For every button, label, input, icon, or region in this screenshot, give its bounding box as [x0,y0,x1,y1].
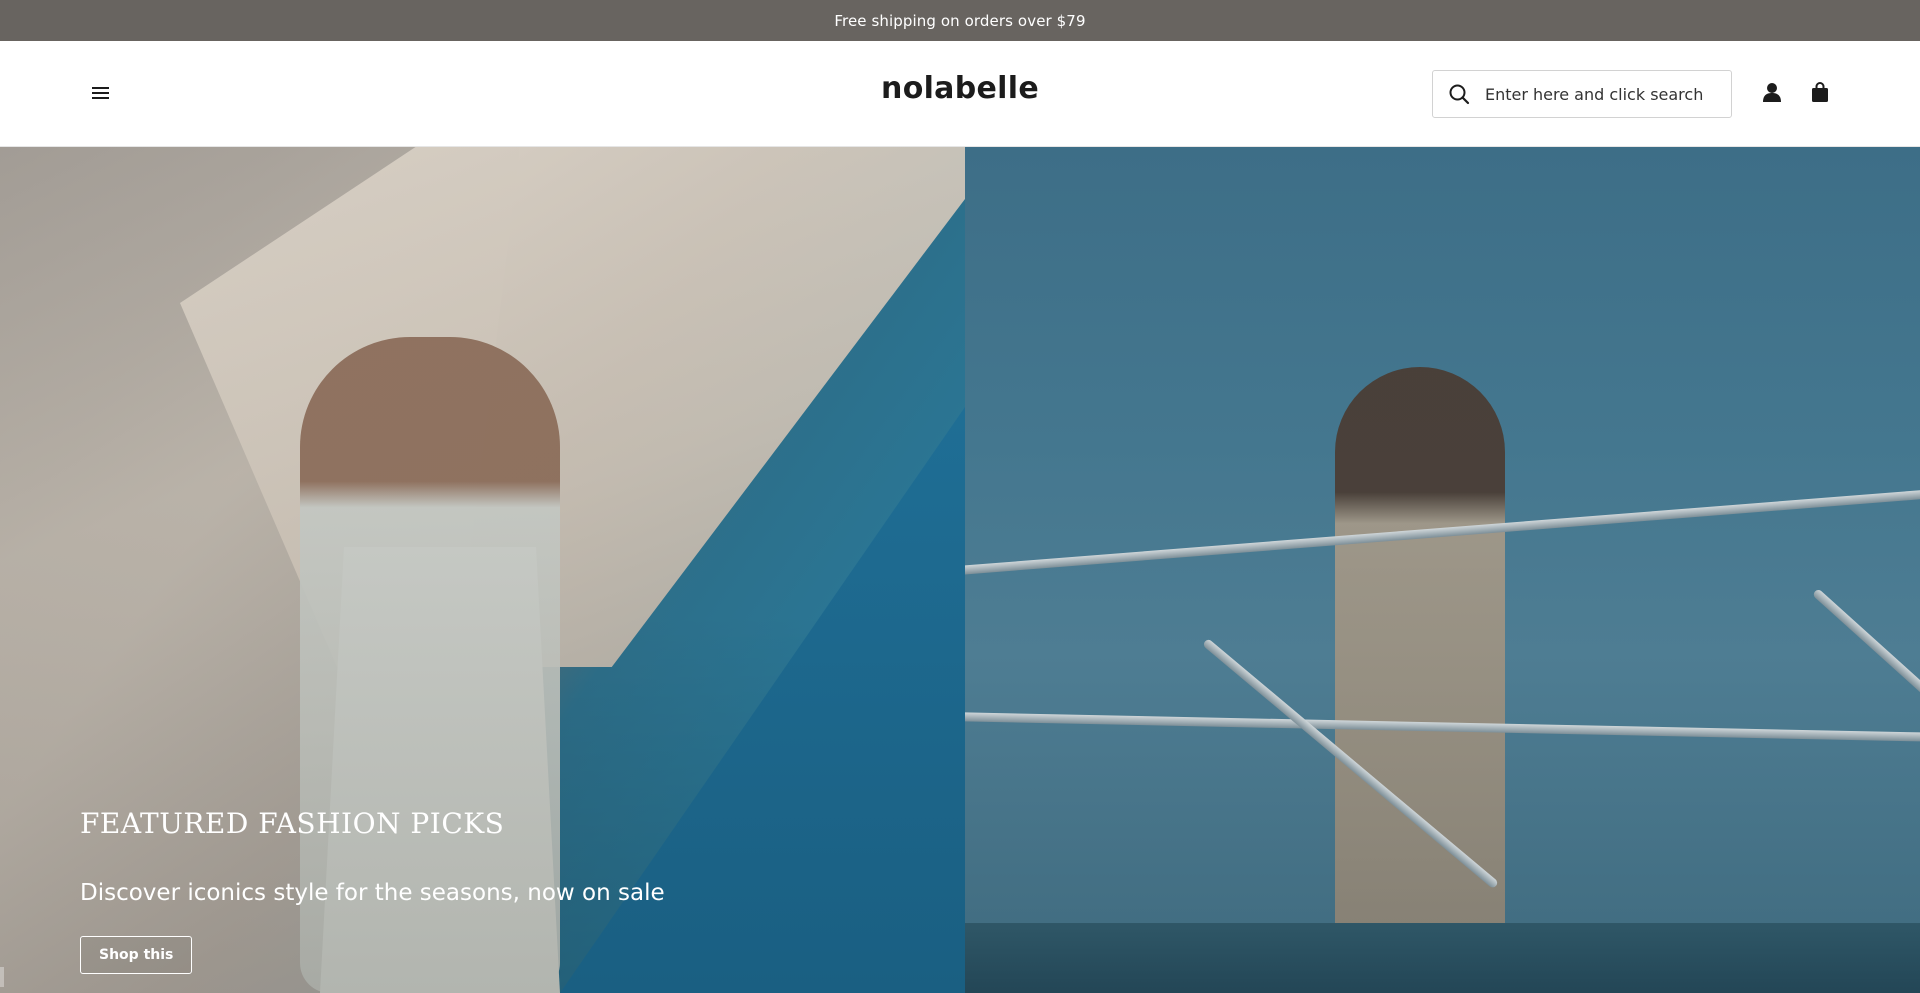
search-input[interactable] [1483,83,1723,105]
scroll-handle[interactable] [0,967,4,987]
hero-section: FEATURED FASHION PICKS Discover iconics … [0,147,1920,993]
hero-subtitle: Discover iconics style for the seasons, … [80,880,665,906]
user-icon [1762,82,1782,106]
search-icon[interactable] [1447,82,1471,106]
announcement-bar: Free shipping on orders over $79 [0,0,1920,41]
menu-button[interactable] [88,79,112,109]
shopping-bag-icon [1811,82,1829,106]
hamburger-menu-icon [91,85,109,104]
search-box[interactable] [1432,70,1732,118]
announcement-text: Free shipping on orders over $79 [834,11,1086,30]
hero-title: FEATURED FASHION PICKS [80,807,505,840]
account-button[interactable] [1759,81,1785,107]
model-figure-right [1335,367,1505,993]
hero-text-block: FEATURED FASHION PICKS Discover iconics … [80,807,665,974]
yacht-deck-shape [965,923,1920,993]
cart-button[interactable] [1807,81,1833,107]
site-header: nolabelle [0,41,1920,147]
shop-this-button[interactable]: Shop this [80,936,193,974]
hero-image-right[interactable] [965,147,1920,993]
